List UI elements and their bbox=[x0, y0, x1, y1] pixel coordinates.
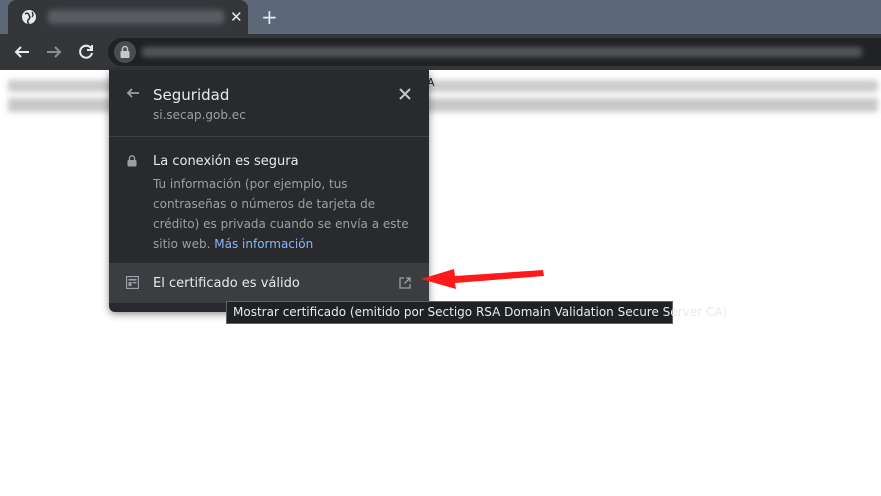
annotation-arrow-icon bbox=[421, 269, 544, 289]
